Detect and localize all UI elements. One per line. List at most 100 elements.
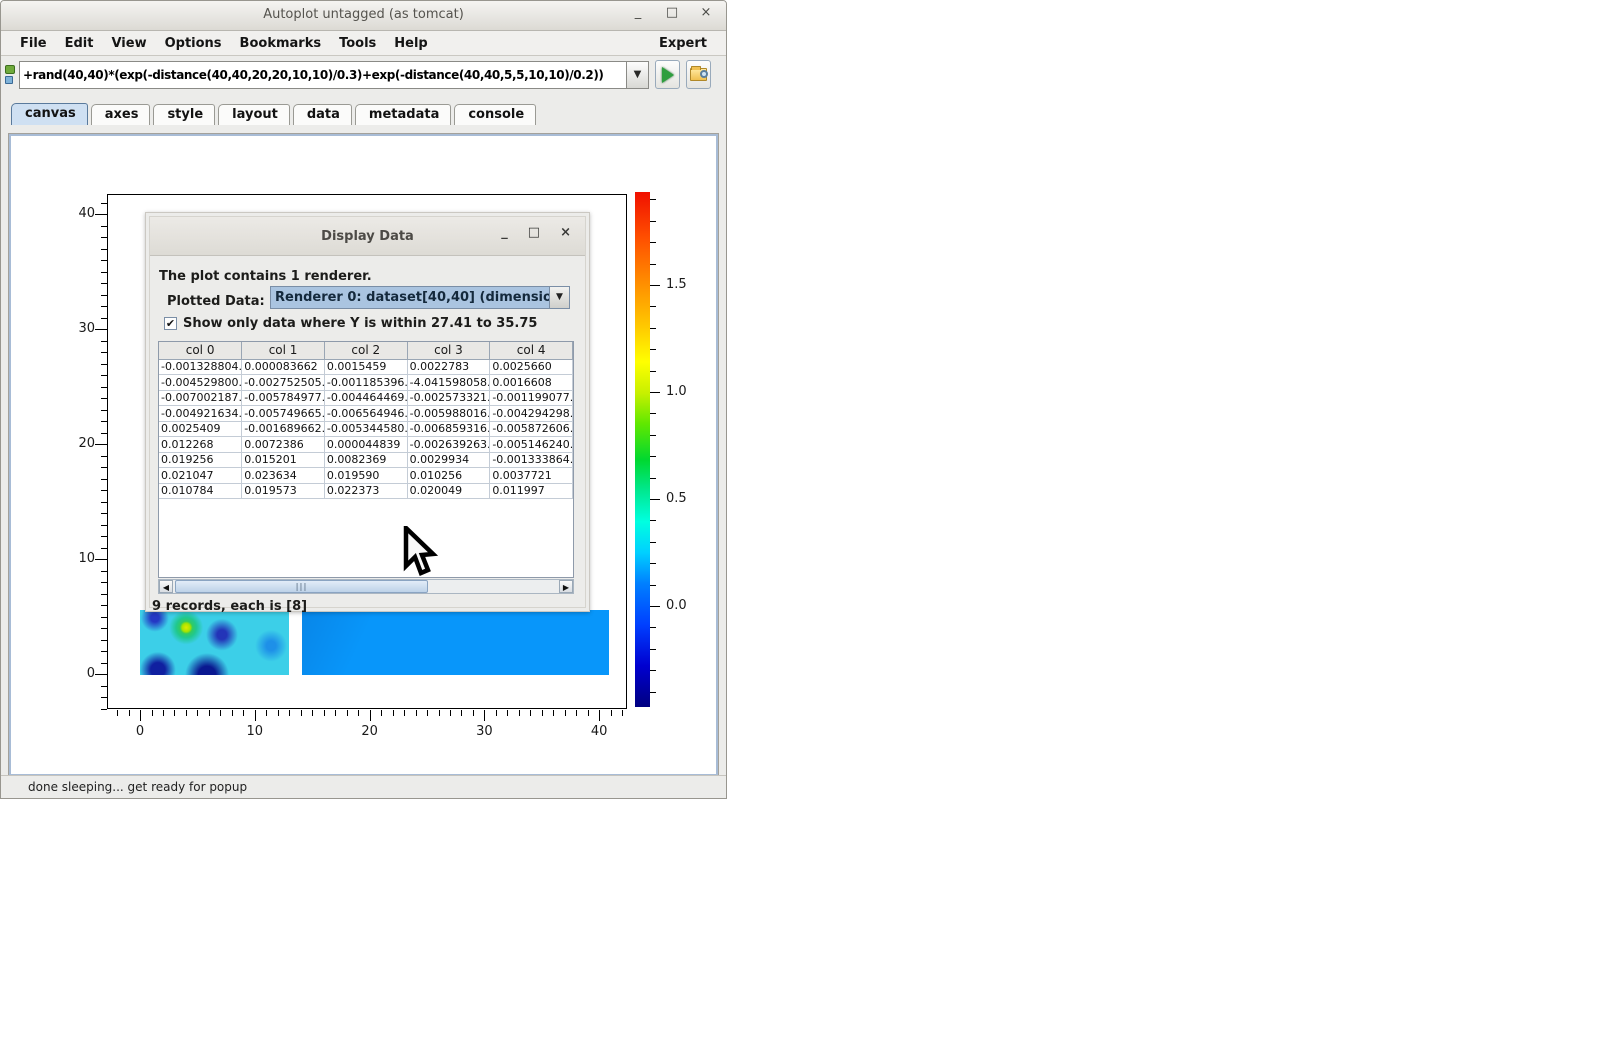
uri-input[interactable]: [19, 61, 627, 89]
table-cell-r1c5[interactable]: 0.00: [573, 375, 574, 391]
minimize-icon[interactable]: _: [630, 5, 646, 20]
table-cell-r6c1[interactable]: 0.015201: [242, 452, 325, 468]
menu-item-tools[interactable]: Tools: [330, 33, 385, 54]
table-cell-r3c2[interactable]: -0.006564946...: [324, 406, 407, 422]
menu-item-bookmarks[interactable]: Bookmarks: [231, 33, 331, 54]
table-cell-r5c1[interactable]: 0.0072386: [242, 437, 325, 453]
table-cell-r2c5[interactable]: 0.00: [573, 390, 574, 406]
table-cell-r6c4[interactable]: -0.001333864...: [490, 452, 573, 468]
table-cell-r5c2[interactable]: 0.000044839: [324, 437, 407, 453]
tab-layout[interactable]: layout: [218, 104, 290, 125]
table-cell-r0c5[interactable]: 0.00: [573, 359, 574, 375]
table-cell-r4c2[interactable]: -0.005344580...: [324, 421, 407, 437]
menu-item-help[interactable]: Help: [385, 33, 436, 54]
colorbar[interactable]: [635, 192, 650, 707]
table-cell-r5c3[interactable]: -0.002639263...: [407, 437, 490, 453]
table-cell-r5c4[interactable]: -0.005146240...: [490, 437, 573, 453]
tab-console[interactable]: console: [454, 104, 536, 125]
menu-item-file[interactable]: File: [11, 33, 56, 54]
table-cell-r6c3[interactable]: 0.0029934: [407, 452, 490, 468]
table-cell-r3c0[interactable]: -0.004921634...: [159, 406, 242, 422]
menu-item-expert[interactable]: Expert: [650, 33, 716, 54]
table-row[interactable]: 0.0192560.0152010.00823690.0029934-0.001…: [159, 452, 574, 468]
table-cell-r0c2[interactable]: 0.0015459: [324, 359, 407, 375]
table-header-col2[interactable]: col 2: [324, 342, 407, 359]
table-row[interactable]: -0.001328804...0.0000836620.00154590.002…: [159, 359, 574, 375]
plotted-data-combo[interactable]: Renderer 0: dataset[40,40] (dimension...…: [270, 286, 570, 309]
table-hscrollbar[interactable]: ◀ ||| ▶: [158, 579, 574, 594]
table-cell-r4c4[interactable]: -0.005872606...: [490, 421, 573, 437]
table-cell-r7c0[interactable]: 0.021047: [159, 468, 242, 484]
dialog-titlebar[interactable]: Display Data _ □ ×: [150, 217, 585, 256]
go-button[interactable]: [655, 60, 680, 89]
uri-dropdown-icon[interactable]: ▼: [627, 61, 649, 89]
menu-item-view[interactable]: View: [102, 33, 155, 54]
table-cell-r2c4[interactable]: -0.001199077...: [490, 390, 573, 406]
datasource-stack-icon[interactable]: [5, 65, 17, 84]
table-cell-r3c1[interactable]: -0.005749665...: [242, 406, 325, 422]
scroll-left-icon[interactable]: ◀: [159, 580, 173, 593]
table-header-col0[interactable]: col 0: [159, 342, 242, 359]
dialog-maximize-icon[interactable]: □: [528, 225, 540, 240]
tab-canvas[interactable]: canvas: [11, 103, 88, 125]
tab-axes[interactable]: axes: [91, 104, 151, 125]
dialog-close-icon[interactable]: ×: [560, 225, 571, 240]
table-row[interactable]: 0.0122680.00723860.000044839-0.002639263…: [159, 437, 574, 453]
table-cell-r6c5[interactable]: -0.0: [573, 452, 574, 468]
table-cell-r4c1[interactable]: -0.001689662...: [242, 421, 325, 437]
table-cell-r1c3[interactable]: -4.041598058...: [407, 375, 490, 391]
table-cell-r1c2[interactable]: -0.001185396...: [324, 375, 407, 391]
table-header-col4[interactable]: col 4: [490, 342, 573, 359]
scrollbar-thumb[interactable]: |||: [175, 580, 428, 593]
table-cell-r2c2[interactable]: -0.004464469...: [324, 390, 407, 406]
dialog-minimize-icon[interactable]: _: [501, 225, 508, 240]
table-cell-r8c4[interactable]: 0.011997: [490, 483, 573, 499]
table-row[interactable]: 0.0025409-0.001689662...-0.005344580...-…: [159, 421, 574, 437]
tab-style[interactable]: style: [153, 104, 215, 125]
table-cell-r4c5[interactable]: -0.0: [573, 421, 574, 437]
table-cell-r4c0[interactable]: 0.0025409: [159, 421, 242, 437]
menu-item-edit[interactable]: Edit: [56, 33, 103, 54]
table-header-col3[interactable]: col 3: [407, 342, 490, 359]
table-cell-r6c2[interactable]: 0.0082369: [324, 452, 407, 468]
table-row[interactable]: -0.007002187...-0.005784977...-0.0044644…: [159, 390, 574, 406]
table-cell-r3c3[interactable]: -0.005988016...: [407, 406, 490, 422]
table-header-col1[interactable]: col 1: [242, 342, 325, 359]
table-cell-r1c1[interactable]: -0.002752505...: [242, 375, 325, 391]
table-row[interactable]: 0.0107840.0195730.0223730.0200490.011997…: [159, 483, 574, 499]
filter-checkbox[interactable]: ✔: [164, 317, 177, 330]
table-cell-r8c1[interactable]: 0.019573: [242, 483, 325, 499]
table-cell-r8c5[interactable]: 0.00: [573, 483, 574, 499]
scrollbar-track[interactable]: |||: [173, 580, 559, 593]
table-cell-r7c2[interactable]: 0.019590: [324, 468, 407, 484]
tab-metadata[interactable]: metadata: [355, 104, 451, 125]
scroll-right-icon[interactable]: ▶: [559, 580, 573, 593]
table-row[interactable]: -0.004921634...-0.005749665...-0.0065649…: [159, 406, 574, 422]
table-cell-r2c3[interactable]: -0.002573321...: [407, 390, 490, 406]
table-cell-r7c1[interactable]: 0.023634: [242, 468, 325, 484]
table-cell-r1c0[interactable]: -0.004529800...: [159, 375, 242, 391]
table-cell-r7c3[interactable]: 0.010256: [407, 468, 490, 484]
table-cell-r0c4[interactable]: 0.0025660: [490, 359, 573, 375]
maximize-icon[interactable]: □: [664, 5, 680, 20]
menu-item-options[interactable]: Options: [156, 33, 231, 54]
inspect-uri-button[interactable]: [686, 60, 711, 89]
tab-data[interactable]: data: [293, 104, 352, 125]
table-cell-r4c3[interactable]: -0.006859316...: [407, 421, 490, 437]
table-header-col5[interactable]: [573, 342, 574, 359]
table-cell-r2c0[interactable]: -0.007002187...: [159, 390, 242, 406]
table-cell-r8c0[interactable]: 0.010784: [159, 483, 242, 499]
table-cell-r0c3[interactable]: 0.0022783: [407, 359, 490, 375]
table-cell-r2c1[interactable]: -0.005784977...: [242, 390, 325, 406]
table-cell-r3c5[interactable]: -0.0: [573, 406, 574, 422]
table-cell-r8c3[interactable]: 0.020049: [407, 483, 490, 499]
table-cell-r8c2[interactable]: 0.022373: [324, 483, 407, 499]
data-table[interactable]: col 0col 1col 2col 3col 4-0.001328804...…: [158, 341, 574, 578]
table-cell-r6c0[interactable]: 0.019256: [159, 452, 242, 468]
window-titlebar[interactable]: Autoplot untagged (as tomcat) _ □ ×: [1, 1, 726, 31]
table-cell-r7c5[interactable]: -0.0: [573, 468, 574, 484]
table-row[interactable]: 0.0210470.0236340.0195900.0102560.003772…: [159, 468, 574, 484]
table-cell-r0c1[interactable]: 0.000083662: [242, 359, 325, 375]
table-cell-r7c4[interactable]: 0.0037721: [490, 468, 573, 484]
plot-canvas-panel[interactable]: Display Data _ □ × The plot contains 1 r…: [8, 133, 719, 777]
